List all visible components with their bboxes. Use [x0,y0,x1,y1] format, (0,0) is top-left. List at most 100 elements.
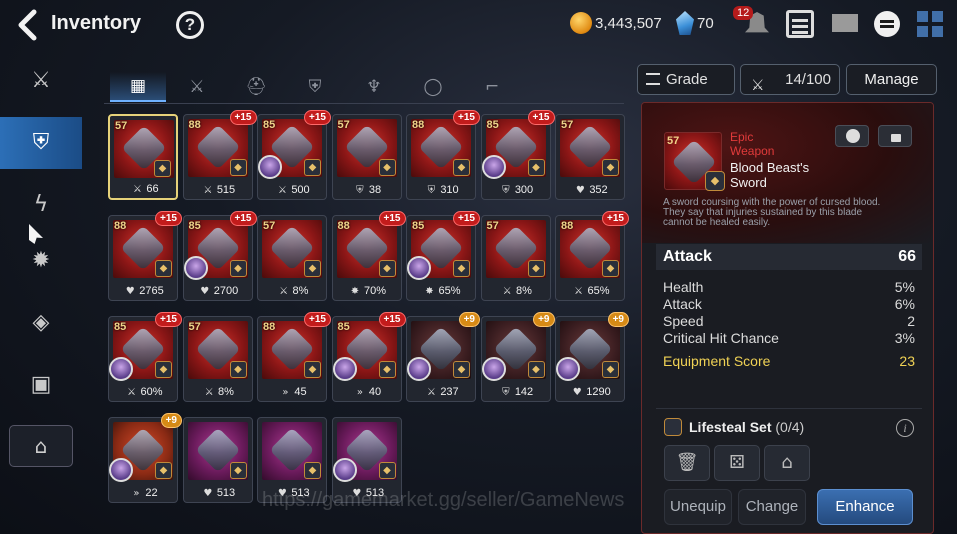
item-stat-value: 515 [216,184,236,196]
set-icon: ◆ [602,159,619,176]
inventory-item[interactable]: ◆ ⛨ 142 +9 [480,312,555,402]
inventory-item[interactable]: 88 ◆ ⚔ 65% +15 [555,211,629,301]
hero-avatar [481,155,506,179]
inventory-item[interactable]: 88 ◆ ⚔ 515 +15 [182,110,257,200]
share-button[interactable] [835,125,869,147]
item-stat-value: 310 [440,184,459,196]
tab-all-items[interactable]: ▦ [110,72,166,102]
enhance-button[interactable]: Enhance [817,489,913,525]
unequip-button[interactable]: Unequip [664,489,732,525]
main-stat-value: 66 [898,248,916,265]
tab-boots[interactable]: ⌐ [464,72,520,102]
inventory-item[interactable]: 57 ◆ ⛨ 38 [331,114,402,200]
set-bonus-row[interactable]: Lifesteal Set (0/4) i [656,408,922,440]
lifesteal-set-icon [664,418,682,436]
back-arrow-icon[interactable] [12,8,46,42]
main-menu-icon[interactable] [917,11,944,38]
sidebar-item-lightning[interactable]: ϟ [0,179,82,231]
shop-icon[interactable] [786,10,814,38]
inventory-item[interactable]: ◆ ♥ 513 [182,417,253,503]
lock-button[interactable] [878,125,912,147]
item-main-stat: ♥ 513 [184,487,252,499]
info-icon[interactable]: i [896,419,914,437]
discard-button[interactable]: 🗑 [664,445,710,481]
sidebar-item-materials[interactable]: ◈ [0,297,82,349]
inventory-item[interactable]: 85 ◆ » 40 +15 [331,312,406,402]
inventory-item[interactable]: 57 ◆ ⚔ 8% [480,215,551,301]
item-card: ◆ ⛨ 142 [480,316,551,402]
item-stat-value: 38 [368,184,382,196]
mail-icon[interactable] [832,14,858,32]
item-main-stat: ⚔ 500 [258,184,326,196]
sidebar-item-artifact[interactable]: ✹ [0,235,82,287]
sidebar-item-equipment[interactable]: ⚔ [0,55,82,107]
inventory-item[interactable]: 85 ◆ ✸ 65% +15 [406,211,480,301]
inventory-item[interactable]: 57 ◆ ♥ 352 [555,114,625,200]
inventory-item[interactable]: 85 ◆ ♥ 2700 +15 [182,211,257,301]
inventory-item[interactable]: 85 ◆ ⚔ 500 +15 [257,110,331,200]
item-stat-value: 22 [145,487,158,499]
enhance-level-badge: +15 [453,110,480,125]
health-icon: ♥ [572,387,582,398]
item-level: 88 [412,119,425,131]
defense-icon: ⛨ [356,185,364,196]
help-icon[interactable]: ? [176,11,204,39]
crystal-icon [676,11,694,35]
inventory-item[interactable]: 57 ◆ ⚔ 8% [257,215,327,301]
storage-button[interactable]: ⌂ [9,425,73,467]
inventory-item[interactable]: 88 ◆ ✸ 70% +15 [331,211,406,301]
sidebar-item-chest[interactable]: ▣ [0,359,82,411]
change-button[interactable]: Change [738,489,806,525]
grade-sort-button[interactable]: Grade [637,64,735,95]
gold-icon [570,12,592,34]
sub-stat-label: Critical Hit Chance [663,330,779,346]
enhance-level-badge: +15 [378,211,406,226]
item-main-stat: ⚔ 60% [109,386,177,398]
lightning-icon: ϟ [33,192,49,217]
set-icon: ◆ [453,361,470,378]
item-level: 57 [486,220,499,232]
item-main-stat: ⚔ 8% [482,285,550,297]
inventory-item[interactable]: 85 ◆ ⚔ 60% +15 [108,312,182,402]
storage-action-button[interactable]: ⌂ [764,445,810,481]
tab-weapon[interactable]: ⚔ [169,72,225,102]
inventory-item[interactable]: ◆ » 22 +9 [108,413,182,503]
inventory-item[interactable]: 88 ◆ ⛨ 310 +15 [406,110,480,200]
set-name-label: Lifesteal Set [689,419,772,435]
dice-icon: ⚄ [729,452,745,473]
set-icon: ◆ [378,260,396,277]
defense-icon: ⛨ [502,185,510,196]
sub-stat-row: Attack 6% [663,296,915,313]
chat-icon[interactable] [874,11,900,37]
item-main-stat: ✸ 70% [333,285,401,297]
inventory-item[interactable]: 57 ◆ ⚔ 8% [182,316,253,402]
dice-button[interactable]: ⚄ [714,445,760,481]
inventory-item[interactable]: 88 ◆ ♥ 2765 +15 [108,211,182,301]
inventory-item[interactable]: 57 ◆ ⚔ 66 [108,114,178,200]
attack-icon: ⚔ [132,184,142,195]
tab-ring[interactable]: ◯ [405,72,461,102]
inventory-item[interactable]: 88 ◆ » 45 +15 [257,312,331,402]
speed-icon: » [356,387,363,398]
inventory-item[interactable]: ◆ ♥ 1290 +9 [555,312,629,402]
equipment-score-label: Equipment Score [663,353,771,369]
tab-armor[interactable]: ⛨ [287,72,343,102]
tab-necklace[interactable]: ♆ [346,72,402,102]
enhance-level-badge: +15 [229,211,257,226]
tab-helmet[interactable]: ⛑ [228,72,284,102]
inventory-capacity[interactable]: ⚔ 14/100 [740,64,840,95]
inventory-item[interactable]: ◆ ⚔ 237 +9 [406,312,480,402]
inventory-item[interactable]: 85 ◆ ⛨ 300 +15 [480,110,555,200]
item-main-stat: ⚔ 237 [407,386,475,398]
item-main-stat: ⚔ 515 [184,184,252,196]
hero-avatar [556,357,580,381]
item-level: 85 [188,220,201,232]
item-main-stat: » 40 [333,386,401,398]
attack-icon: ⚔ [426,387,436,398]
manage-button[interactable]: Manage [846,64,937,95]
sidebar-item-gear-shield[interactable]: ⛨ [0,117,82,169]
item-stat-value: 70% [363,285,387,297]
item-main-stat: ♥ 2765 [109,285,177,297]
set-icon: ◆ [453,159,470,176]
equipment-icon: ⚔ [31,68,51,93]
